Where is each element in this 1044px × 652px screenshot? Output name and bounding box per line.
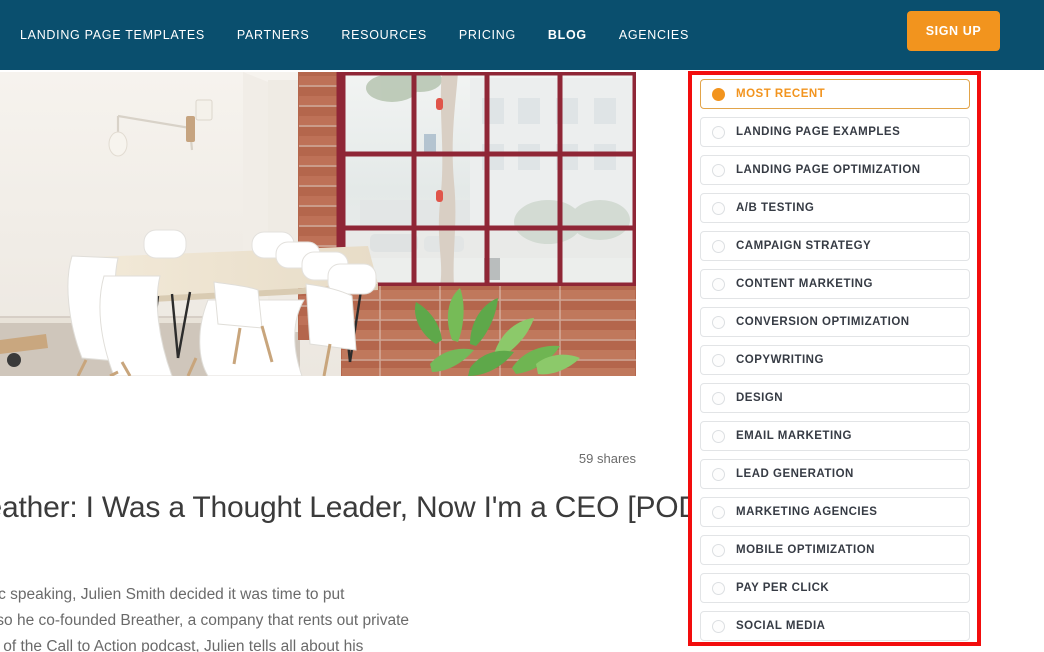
category-filter-list: MOST RECENT LANDING PAGE EXAMPLES LANDING … <box>700 79 970 641</box>
category-label: SOCIAL MEDIA <box>736 620 826 632</box>
category-label: DESIGN <box>736 392 784 404</box>
radio-unselected-icon[interactable] <box>712 467 725 481</box>
radio-unselected-icon[interactable] <box>712 277 725 291</box>
radio-unselected-icon[interactable] <box>712 619 725 633</box>
main-navigation: LANDING PAGE TEMPLATES PARTNERS RESOURCES P… <box>0 0 689 70</box>
category-item-lead-generation[interactable]: LEAD GENERATION <box>700 459 970 489</box>
category-item-landing-page-optimization[interactable]: LANDING PAGE OPTIMIZATION <box>700 155 970 185</box>
blog-page: LANDING PAGE TEMPLATES PARTNERS RESOURCES P… <box>0 0 1044 652</box>
category-label: LANDING PAGE OPTIMIZATION <box>736 164 921 176</box>
radio-unselected-icon[interactable] <box>712 239 725 253</box>
category-item-mobile-optimization[interactable]: MOBILE OPTIMIZATION <box>700 535 970 565</box>
category-label: LEAD GENERATION <box>736 468 854 480</box>
category-item-design[interactable]: DESIGN <box>700 383 970 413</box>
radio-unselected-icon[interactable] <box>712 581 725 595</box>
excerpt-line: his money where his mouth is — so he co-… <box>0 612 410 629</box>
category-item-conversion-optimization[interactable]: CONVERSION OPTIMIZATION <box>700 307 970 337</box>
category-item-pay-per-click[interactable]: PAY PER CLICK <box>700 573 970 603</box>
radio-unselected-icon[interactable] <box>712 125 725 139</box>
sign-up-button[interactable]: SIGN UP <box>907 11 1000 51</box>
category-label: EMAIL MARKETING <box>736 430 852 442</box>
category-item-social-media[interactable]: SOCIAL MEDIA <box>700 611 970 641</box>
category-item-campaign-strategy[interactable]: CAMPAIGN STRATEGY <box>700 231 970 261</box>
nav-item-pricing[interactable]: PRICING <box>459 28 516 42</box>
article-title: Julien Smith of Breather: I Was a Though… <box>0 491 787 524</box>
meeting-room-photo <box>0 72 636 376</box>
category-item-a-b-testing[interactable]: A/B TESTING <box>700 193 970 223</box>
site-header: LANDING PAGE TEMPLATES PARTNERS RESOURCES P… <box>0 0 1044 70</box>
radio-unselected-icon[interactable] <box>712 505 725 519</box>
nav-item-resources[interactable]: RESOURCES <box>341 28 426 42</box>
category-item-content-marketing[interactable]: CONTENT MARKETING <box>700 269 970 299</box>
radio-selected-icon[interactable] <box>712 87 725 101</box>
radio-unselected-icon[interactable] <box>712 429 725 443</box>
category-label: A/B TESTING <box>736 202 815 214</box>
nav-item-partners[interactable]: PARTNERS <box>237 28 310 42</box>
category-label: COPYWRITING <box>736 354 824 366</box>
nav-item-blog[interactable]: BLOG <box>548 28 587 42</box>
category-label: CONVERSION OPTIMIZATION <box>736 316 910 328</box>
radio-unselected-icon[interactable] <box>712 391 725 405</box>
excerpt-line: space by the hour. In this episode of th… <box>0 638 364 652</box>
radio-unselected-icon[interactable] <box>712 201 725 215</box>
category-item-copywriting[interactable]: COPYWRITING <box>700 345 970 375</box>
category-item-marketing-agencies[interactable]: MARKETING AGENCIES <box>700 497 970 527</box>
category-label: MOBILE OPTIMIZATION <box>736 544 875 556</box>
category-item-email-marketing[interactable]: EMAIL MARKETING <box>700 421 970 451</box>
radio-unselected-icon[interactable] <box>712 163 725 177</box>
category-label: MOST RECENT <box>736 88 826 100</box>
nav-item-landing-page-templates[interactable]: LANDING PAGE TEMPLATES <box>20 28 205 42</box>
excerpt-line: After two books and a ton of public spea… <box>0 586 345 603</box>
radio-unselected-icon[interactable] <box>712 353 725 367</box>
category-item-most-recent[interactable]: MOST RECENT <box>700 79 970 109</box>
nav-item-agencies[interactable]: AGENCIES <box>619 28 689 42</box>
article-column: 59 shares Julien Smith of Breather: I Wa… <box>0 70 787 652</box>
article-hero-image <box>0 72 636 376</box>
radio-unselected-icon[interactable] <box>712 543 725 557</box>
radio-unselected-icon[interactable] <box>712 315 725 329</box>
category-label: PAY PER CLICK <box>736 582 830 594</box>
category-item-landing-page-examples[interactable]: LANDING PAGE EXAMPLES <box>700 117 970 147</box>
share-count: 59 shares <box>578 451 636 466</box>
article-excerpt: After two books and a ton of public spea… <box>0 582 648 652</box>
category-label: CONTENT MARKETING <box>736 278 873 290</box>
category-label: CAMPAIGN STRATEGY <box>736 240 872 252</box>
category-label: LANDING PAGE EXAMPLES <box>736 126 901 138</box>
category-label: MARKETING AGENCIES <box>736 506 878 518</box>
